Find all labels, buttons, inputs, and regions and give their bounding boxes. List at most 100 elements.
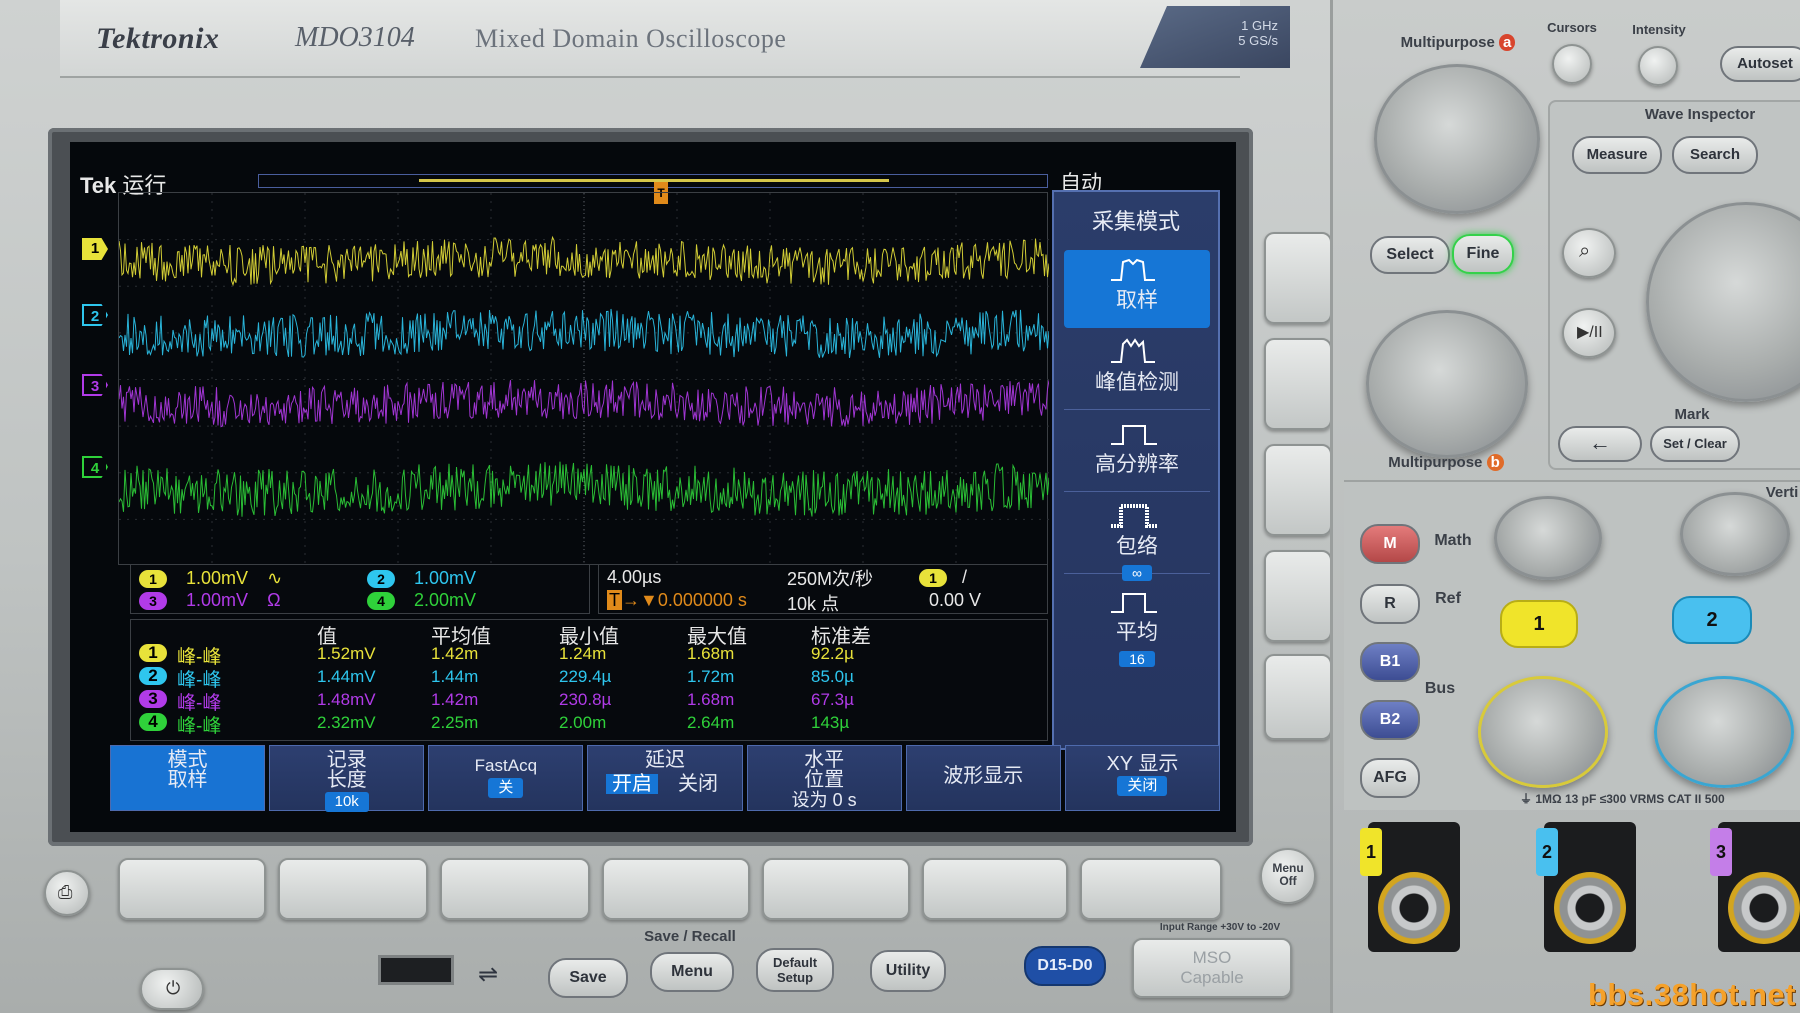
ch3-readout[interactable]: 3 1.00mV Ω xyxy=(139,590,281,611)
power-button[interactable]: ⏻ xyxy=(140,968,204,1010)
menu-hpos-label-2: 位置 xyxy=(804,769,845,791)
measurement-channel-badge: 2 xyxy=(139,667,167,685)
menu-off-label-2: Off xyxy=(1279,874,1297,888)
average-count: 16 xyxy=(1119,651,1155,667)
menu-mode[interactable]: 模式 取样 xyxy=(110,745,266,811)
search-button[interactable]: Search xyxy=(1672,136,1758,174)
ch3-badge: 3 xyxy=(139,592,167,610)
menu-mode-label: 模式 xyxy=(167,749,208,771)
side-bezel-button-4[interactable] xyxy=(1264,550,1332,642)
side-item-sample[interactable]: 取样 xyxy=(1064,250,1210,328)
bottom-menu: 模式 取样 记录 长度 10k FastAcq 关 延迟 开启 关闭 水平 位置… xyxy=(110,745,1220,812)
measurement-table[interactable]: 值 平均值 最小值 最大值 标准差 1 峰-峰 1.52mV 1.42m 1.24m 1.… xyxy=(130,619,1048,741)
ch4-ground-marker[interactable]: 4 xyxy=(82,456,108,478)
hi-res-icon xyxy=(1064,414,1210,448)
afg-button[interactable]: AFG xyxy=(1360,758,1420,798)
mark-previous-button[interactable]: ← xyxy=(1558,426,1642,462)
bottom-bezel-button-5[interactable] xyxy=(762,858,910,920)
brand-logo: Tektronix xyxy=(96,22,220,55)
trigger-level: 0.00 V xyxy=(929,590,982,610)
menu-waveform-display[interactable]: 波形显示 xyxy=(905,745,1061,811)
play-pause-button[interactable]: ▶/II xyxy=(1562,308,1616,358)
recall-menu-button[interactable]: Menu xyxy=(650,952,734,992)
measurement-value: 1.52mV xyxy=(317,644,376,663)
fine-button[interactable]: Fine xyxy=(1452,234,1514,274)
select-button[interactable]: Select xyxy=(1370,236,1450,274)
menu-horizontal-position[interactable]: 水平 位置 设为 0 s xyxy=(746,745,902,811)
ch1-readout[interactable]: 1 1.00mV ∿ xyxy=(139,568,282,589)
bottom-bezel-button-1[interactable] xyxy=(118,858,266,920)
side-item-average-label: 平均 xyxy=(1116,621,1158,644)
print-button[interactable]: ⎙ xyxy=(44,870,90,916)
ch1-button[interactable]: 1 xyxy=(1500,600,1578,648)
default-setup-button[interactable]: Default Setup xyxy=(756,948,834,992)
measurement-mean: 1.42m xyxy=(431,690,479,709)
ch2-scale-knob[interactable] xyxy=(1654,676,1794,788)
ch1-scale-knob[interactable] xyxy=(1478,676,1608,788)
ch1-bnc-connector[interactable]: 1 xyxy=(1360,822,1460,952)
ch1-ground-marker[interactable]: 1 xyxy=(82,238,108,260)
trigger-ch-badge: 1 xyxy=(919,569,947,587)
intensity-button[interactable] xyxy=(1638,46,1678,86)
menu-delay-on[interactable]: 开启 xyxy=(605,774,658,794)
wave-inspector-label: Wave Inspector xyxy=(1644,106,1756,123)
zoom-button[interactable]: ⌕ xyxy=(1562,228,1616,278)
math-button[interactable]: M xyxy=(1360,524,1420,564)
side-item-average[interactable]: 平均 16 xyxy=(1064,582,1210,667)
multipurpose-b-knob[interactable] xyxy=(1366,310,1528,458)
set-clear-button[interactable]: Set / Clear xyxy=(1650,426,1740,462)
spec-badge: 1 GHz 5 GS/s xyxy=(1140,6,1290,68)
side-item-hi-res[interactable]: 高分辨率 xyxy=(1064,414,1210,492)
measurement-mean: 1.44m xyxy=(431,667,479,686)
side-bezel-button-5[interactable] xyxy=(1264,654,1332,740)
autoset-button[interactable]: Autoset xyxy=(1720,46,1800,82)
bottom-bezel-button-6[interactable] xyxy=(922,858,1068,920)
ch1-position-knob[interactable] xyxy=(1494,496,1602,580)
side-item-envelope[interactable]: 包络 ∞ xyxy=(1064,496,1210,581)
menu-fastacq-label: FastAcq xyxy=(474,756,538,775)
channel-scale-readout: 1 1.00mV ∿ 3 1.00mV Ω 2 1.00mV 4 2.00mV xyxy=(130,564,590,614)
bus-b2-button[interactable]: B2 xyxy=(1360,700,1420,740)
bus-label: Bus xyxy=(1424,680,1456,697)
pan-zoom-knob[interactable] xyxy=(1646,202,1800,402)
trigger-source[interactable]: 1 / xyxy=(919,567,967,588)
side-bezel-button-3[interactable] xyxy=(1264,444,1332,536)
ch2-button[interactable]: 2 xyxy=(1672,596,1752,644)
bottom-bezel-button-2[interactable] xyxy=(278,858,428,920)
ch2-bnc-connector[interactable]: 2 xyxy=(1536,822,1636,952)
ch3-bnc-connector[interactable]: 3 xyxy=(1710,822,1800,952)
ch2-readout[interactable]: 2 1.00mV xyxy=(367,568,476,589)
measure-button[interactable]: Measure xyxy=(1572,136,1662,174)
ch3-ground-marker[interactable]: 3 xyxy=(82,374,108,396)
side-bezel-button-2[interactable] xyxy=(1264,338,1332,430)
ch2-bnc-tab: 2 xyxy=(1536,828,1558,876)
bottom-bezel-button-7[interactable] xyxy=(1080,858,1222,920)
bus-b1-button[interactable]: B1 xyxy=(1360,642,1420,682)
menu-off-button[interactable]: Menu Off xyxy=(1260,848,1316,904)
menu-delay[interactable]: 延迟 开启 关闭 xyxy=(587,745,743,811)
measurement-max: 1.68m xyxy=(687,644,735,663)
save-button[interactable]: Save xyxy=(548,958,628,998)
ref-button[interactable]: R xyxy=(1360,584,1420,624)
d15-d0-button[interactable]: D15-D0 xyxy=(1024,946,1106,986)
bottom-bezel-button-3[interactable] xyxy=(440,858,590,920)
ch2-ground-marker[interactable]: 2 xyxy=(82,304,108,326)
trigger-delay-readout: T →▼0.000000 s xyxy=(607,590,747,610)
menu-fastacq[interactable]: FastAcq 关 xyxy=(428,745,584,811)
menu-xy-display[interactable]: XY 显示 关闭 xyxy=(1064,745,1220,811)
timebase-readout[interactable]: 4.00µs 250M次/秒 T →▼0.000000 s 10k 点 1 / 0… xyxy=(598,564,1048,614)
multipurpose-a-text: Multipurpose xyxy=(1400,34,1495,51)
multipurpose-a-knob[interactable] xyxy=(1374,64,1540,214)
ch2-position-knob[interactable] xyxy=(1680,492,1790,576)
usb-icon: ⇌ xyxy=(478,961,499,988)
utility-button[interactable]: Utility xyxy=(870,950,946,992)
menu-record-length[interactable]: 记录 长度 10k xyxy=(269,745,425,812)
side-bezel-button-1[interactable] xyxy=(1264,232,1332,324)
cursors-button[interactable] xyxy=(1552,44,1592,84)
side-item-peak-detect[interactable]: 峰值检测 xyxy=(1064,332,1210,410)
menu-delay-off[interactable]: 关闭 xyxy=(672,774,724,794)
bottom-bezel-button-4[interactable] xyxy=(602,858,750,920)
bnc-ring-icon xyxy=(1554,872,1626,944)
ch4-readout[interactable]: 4 2.00mV xyxy=(367,590,476,611)
sample-waveform-icon xyxy=(1064,250,1210,284)
